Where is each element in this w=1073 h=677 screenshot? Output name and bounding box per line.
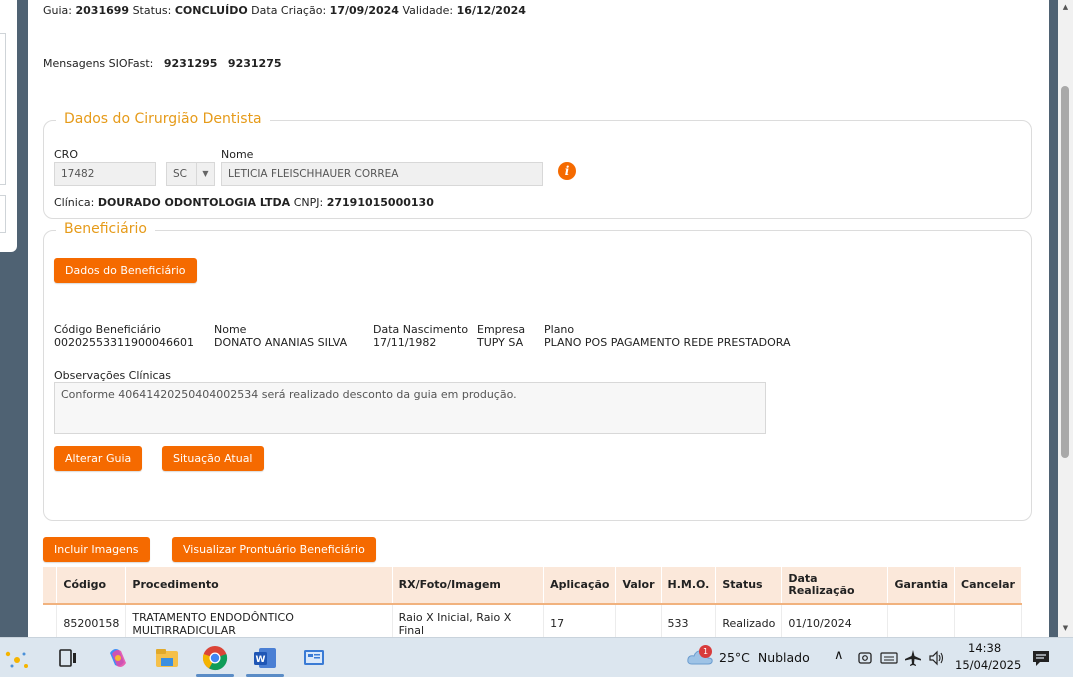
cnpj-value: 27191015000130 xyxy=(326,196,434,209)
table-header-cell: Data Realização xyxy=(781,567,889,605)
clinica-line: Clínica: DOURADO ODONTOLOGIA LTDA CNPJ: … xyxy=(54,196,434,209)
clock-date[interactable]: 15/04/2025 xyxy=(955,658,1021,672)
left-panel-box xyxy=(0,195,6,233)
codigo-beneficiario-label: Código Beneficiário xyxy=(54,323,161,336)
table-header-spacer xyxy=(43,567,58,605)
table-cell xyxy=(43,604,58,637)
airplane-mode-icon[interactable] xyxy=(904,649,922,667)
chrome-icon[interactable] xyxy=(201,644,229,672)
table-cell-data: 01/10/2024 xyxy=(781,604,889,637)
weather-desc: Nublado xyxy=(757,650,810,665)
table-cell-cancelar[interactable] xyxy=(954,604,1022,637)
notification-center-icon[interactable] xyxy=(1032,649,1050,667)
scroll-up-arrow-icon[interactable]: ▲ xyxy=(1061,3,1070,11)
table-cell-valor xyxy=(615,604,662,637)
table-header-row: Código Procedimento RX/Foto/Imagem Aplic… xyxy=(43,567,1022,605)
plano-value: PLANO POS PAGAMENTO REDE PRESTADORA xyxy=(544,336,791,349)
remote-desktop-icon[interactable] xyxy=(300,644,328,672)
table-cell-hmo: 533 xyxy=(661,604,717,637)
empresa-label: Empresa xyxy=(477,323,526,336)
chevron-up-icon[interactable]: ∧ xyxy=(834,648,844,663)
guia-number: 2031699 xyxy=(75,4,130,17)
dentista-legend: Dados do Cirurgião Dentista xyxy=(56,111,270,127)
vertical-scrollbar[interactable]: ▲ ▼ xyxy=(1058,0,1073,637)
mensagens-label: Mensagens SIOFast: xyxy=(43,57,154,70)
dados-beneficiario-button[interactable]: Dados do Beneficiário xyxy=(54,258,197,283)
scrollbar-thumb[interactable] xyxy=(1061,86,1069,458)
uf-select[interactable]: SC ▼ xyxy=(166,162,215,186)
copilot-sparkle-icon[interactable] xyxy=(2,646,32,672)
table-cell-rx[interactable]: Raio X Inicial, Raio X Final xyxy=(392,604,545,637)
visualizar-prontuario-button[interactable]: Visualizar Prontuário Beneficiário xyxy=(172,537,376,562)
volume-icon[interactable] xyxy=(928,650,946,666)
scroll-down-arrow-icon[interactable]: ▼ xyxy=(1061,624,1070,632)
svg-text:W: W xyxy=(256,655,266,665)
clock-time[interactable]: 14:38 xyxy=(968,641,1001,655)
cnpj-label: CNPJ: xyxy=(293,196,324,209)
left-panel-box xyxy=(0,33,6,185)
procedimentos-table: Código Procedimento RX/Foto/Imagem Aplic… xyxy=(43,567,1022,637)
clinica-value: DOURADO ODONTOLOGIA LTDA xyxy=(97,196,291,209)
table-header-cell: Código xyxy=(56,567,127,605)
nome-label: Nome xyxy=(221,148,254,161)
beneficiario-legend: Beneficiário xyxy=(56,221,155,237)
left-side-panel xyxy=(0,0,17,252)
notification-badge: 1 xyxy=(699,645,712,658)
cro-label: CRO xyxy=(54,148,78,161)
nascimento-value: 17/11/1982 xyxy=(373,336,437,349)
table-cell-garantia[interactable] xyxy=(887,604,956,637)
validade-value: 16/12/2024 xyxy=(456,4,526,17)
guia-header: Guia: 2031699 Status: CONCLUÍDO Data Cri… xyxy=(43,4,526,17)
situacao-atual-button[interactable]: Situação Atual xyxy=(162,446,264,471)
criacao-label: Data Criação: xyxy=(251,4,327,17)
table-header-cell: Cancelar xyxy=(954,567,1022,605)
weather-text[interactable]: 25°C Nublado xyxy=(719,650,810,665)
table-cell-codigo: 85200158 xyxy=(56,604,127,637)
table-cell-procedimento: TRATAMENTO ENDODÔNTICO MULTIRRADICULAR xyxy=(125,604,393,637)
table-cell-status: Realizado xyxy=(715,604,783,637)
beneficiario-nome-label: Nome xyxy=(214,323,247,336)
uf-value: SC xyxy=(173,168,187,180)
task-view-icon[interactable] xyxy=(54,644,82,672)
table-header-cell: Garantia xyxy=(887,567,956,605)
incluir-imagens-button[interactable]: Incluir Imagens xyxy=(43,537,150,562)
language-icon[interactable] xyxy=(880,650,898,666)
file-explorer-icon[interactable] xyxy=(153,644,181,672)
table-header-cell: Status xyxy=(715,567,783,605)
clinica-label: Clínica: xyxy=(54,196,95,209)
table-header-cell: H.M.O. xyxy=(661,567,717,605)
info-icon[interactable]: i xyxy=(558,162,576,180)
mensagem-id: 9231295 xyxy=(163,57,218,70)
observacoes-textarea[interactable]: Conforme 40641420250404002534 será reali… xyxy=(54,382,766,434)
status-label: Status: xyxy=(132,4,172,17)
plano-label: Plano xyxy=(544,323,575,336)
beneficiario-nome-value: DONATO ANANIAS SILVA xyxy=(214,336,348,349)
validade-label: Validade: xyxy=(402,4,454,17)
table-header-cell: Aplicação xyxy=(543,567,617,605)
table-row[interactable]: 85200158 TRATAMENTO ENDODÔNTICO MULTIRRA… xyxy=(43,604,1022,637)
empresa-value: TUPY SA xyxy=(477,336,524,349)
taskbar: W 1 25°C Nublado ∧ 14:38 15/04/2025 xyxy=(0,637,1073,677)
guia-label: Guia: xyxy=(43,4,72,17)
status-value: CONCLUÍDO xyxy=(174,4,248,17)
dentista-nome-input[interactable]: LETICIA FLEISCHHAUER CORREA xyxy=(221,162,543,186)
codigo-beneficiario-value: 00202553311900046601 xyxy=(54,336,194,349)
cro-input[interactable]: 17482 xyxy=(54,162,156,186)
criacao-value: 17/09/2024 xyxy=(329,4,399,17)
table-header-cell: RX/Foto/Imagem xyxy=(392,567,545,605)
table-cell-aplicacao: 17 xyxy=(543,604,617,637)
observacoes-label: Observações Clínicas xyxy=(54,369,172,382)
weather-temp: 25°C xyxy=(719,650,750,665)
copilot-icon[interactable] xyxy=(104,644,132,672)
alterar-guia-button[interactable]: Alterar Guia xyxy=(54,446,143,471)
table-header-cell: Valor xyxy=(615,567,662,605)
mensagens-siofast: Mensagens SIOFast: 9231295 9231275 xyxy=(43,57,282,70)
chevron-down-icon[interactable]: ▼ xyxy=(196,163,214,185)
camera-icon[interactable] xyxy=(857,650,873,666)
main-page: Guia: 2031699 Status: CONCLUÍDO Data Cri… xyxy=(28,0,1049,637)
word-icon[interactable]: W xyxy=(251,644,279,672)
table-header-cell: Procedimento xyxy=(125,567,393,605)
mensagem-id: 9231275 xyxy=(227,57,282,70)
nascimento-label: Data Nascimento xyxy=(373,323,469,336)
